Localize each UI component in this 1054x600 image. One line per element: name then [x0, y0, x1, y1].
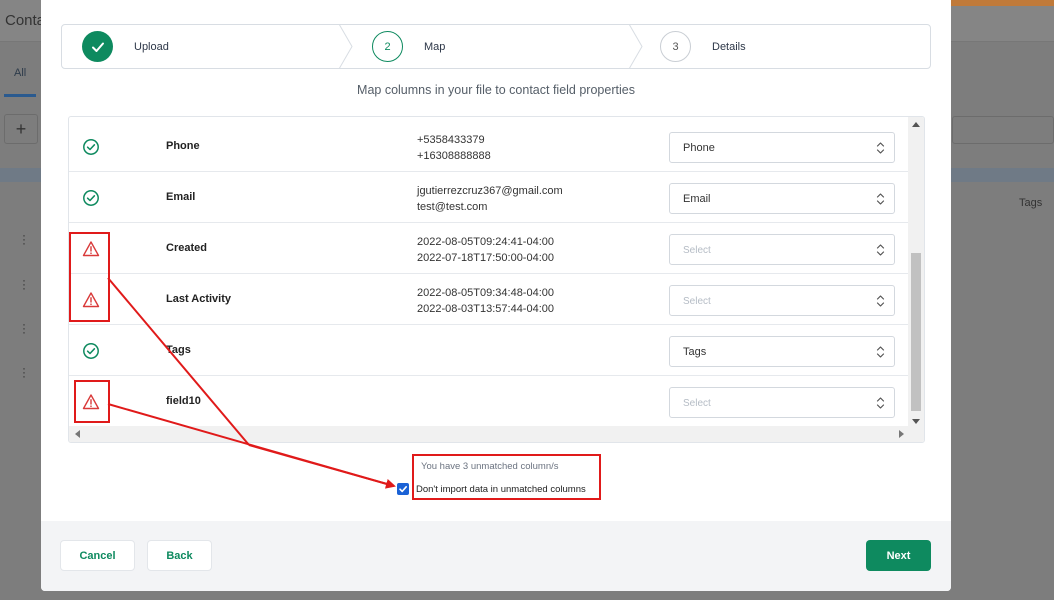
- sample-values: jgutierrezcruz367@gmail.com test@test.com: [417, 183, 563, 215]
- sample-value: 2022-07-18T17:50:00-04:00: [417, 252, 554, 264]
- select-value: Select: [683, 245, 711, 256]
- field-property-select[interactable]: Select: [669, 234, 895, 265]
- sample-values: 2022-08-05T09:34:48-04:00 2022-08-03T13:5…: [417, 285, 554, 317]
- annotation-box-unmatched-icon: [74, 380, 110, 423]
- step-number: 3: [660, 31, 691, 62]
- sample-value: 2022-08-05T09:34:48-04:00: [417, 287, 554, 299]
- step-label: Upload: [134, 40, 169, 53]
- mapping-row: Tags Tags: [69, 325, 909, 376]
- column-name: Tags: [166, 344, 191, 356]
- scroll-down-arrow-icon[interactable]: [912, 419, 920, 424]
- chevron-up-down-icon: [876, 243, 885, 257]
- back-button[interactable]: Back: [147, 540, 212, 571]
- select-value: Phone: [683, 142, 715, 154]
- field-property-select[interactable]: Phone: [669, 132, 895, 163]
- sample-values: 2022-08-05T09:24:41-04:00 2022-07-18T17:5…: [417, 234, 554, 266]
- matched-check-icon: [82, 342, 100, 360]
- column-mapping-table: Phone +5358433379 +16308888888 Phone Email jg…: [68, 116, 925, 443]
- field-property-select[interactable]: Tags: [669, 336, 895, 367]
- chevron-up-down-icon: [876, 141, 885, 155]
- background-row-menu-icon: · · ·: [22, 361, 26, 383]
- import-stepper: Upload 2 Map 3 Details: [61, 24, 931, 69]
- step-label: Map: [424, 40, 446, 53]
- column-name: Phone: [166, 140, 200, 152]
- chevron-up-down-icon: [876, 396, 885, 410]
- sample-value: +16308888888: [417, 150, 491, 162]
- background-row-menu-icon: · · ·: [22, 228, 26, 250]
- next-button[interactable]: Next: [866, 540, 931, 571]
- skip-unmatched-checkbox[interactable]: [397, 483, 409, 495]
- select-value: Select: [683, 296, 711, 307]
- column-name: field10: [166, 395, 201, 407]
- select-value: Tags: [683, 346, 707, 358]
- mapping-row: field10 Select: [69, 376, 909, 427]
- scroll-left-arrow-icon[interactable]: [75, 430, 80, 438]
- vertical-scrollbar[interactable]: [908, 117, 924, 428]
- skip-unmatched-label[interactable]: Don't import data in unmatched columns: [416, 484, 586, 495]
- background-title: Conta: [5, 12, 46, 29]
- step-map[interactable]: 2 Map: [352, 25, 643, 68]
- cancel-button[interactable]: Cancel: [60, 540, 135, 571]
- step-upload[interactable]: Upload: [62, 25, 353, 68]
- horizontal-scrollbar[interactable]: [69, 426, 924, 442]
- background-row-menu-icon: · · ·: [22, 273, 26, 295]
- background-tab-all: All: [14, 67, 27, 79]
- unmatched-count-text: You have 3 unmatched column/s: [421, 461, 559, 472]
- step-details[interactable]: 3 Details: [642, 25, 930, 68]
- mapping-row: Last Activity 2022-08-05T09:34:48-04:00 20…: [69, 274, 909, 325]
- scroll-right-arrow-icon[interactable]: [899, 430, 904, 438]
- background-row-menu-icon: · · ·: [22, 317, 26, 339]
- select-value: Select: [683, 398, 711, 409]
- background-search-box: [952, 116, 1054, 144]
- matched-check-icon: [82, 138, 100, 156]
- field-property-select[interactable]: Email: [669, 183, 895, 214]
- mapping-row: Created 2022-08-05T09:24:41-04:00 2022-07-…: [69, 223, 909, 274]
- field-property-select[interactable]: Select: [669, 285, 895, 316]
- background-tab-indicator: [4, 94, 36, 97]
- chevron-up-down-icon: [876, 192, 885, 206]
- matched-check-icon: [82, 189, 100, 207]
- mapping-rows: Phone +5358433379 +16308888888 Phone Email jg…: [69, 121, 909, 427]
- scrollbar-thumb[interactable]: [911, 253, 921, 411]
- sample-values: +5358433379 +16308888888: [417, 132, 491, 164]
- background-tags-header: Tags: [1019, 197, 1043, 209]
- sample-value: test@test.com: [417, 201, 488, 213]
- mapping-row: Email jgutierrezcruz367@gmail.com test@tes…: [69, 172, 909, 223]
- chevron-up-down-icon: [876, 294, 885, 308]
- checkmark-icon: [399, 486, 407, 493]
- step-label: Details: [712, 40, 746, 53]
- modal-footer: Cancel Back Next: [41, 521, 951, 591]
- mapping-row: Phone +5358433379 +16308888888 Phone: [69, 121, 909, 172]
- field-property-select[interactable]: Select: [669, 387, 895, 418]
- sample-value: 2022-08-05T09:24:41-04:00: [417, 236, 554, 248]
- chevron-up-down-icon: [876, 345, 885, 359]
- column-name: Last Activity: [166, 293, 232, 305]
- annotation-box-unmatched-icons: [69, 232, 110, 322]
- background-add-button: +: [4, 114, 38, 144]
- select-value: Email: [683, 193, 711, 205]
- step-complete-check-icon: [82, 31, 113, 62]
- import-modal: Upload 2 Map 3 Details Map columns in yo…: [41, 0, 951, 591]
- sample-value: +5358433379: [417, 134, 485, 146]
- unmatched-columns-notice: You have 3 unmatched column/s Don't impo…: [397, 454, 601, 500]
- column-name: Email: [166, 191, 196, 203]
- scroll-up-arrow-icon[interactable]: [912, 122, 920, 127]
- background-accent-bar: [944, 0, 1054, 6]
- step-number: 2: [372, 31, 403, 62]
- column-name: Created: [166, 242, 207, 254]
- sample-value: 2022-08-03T13:57:44-04:00: [417, 303, 554, 315]
- sample-value: jgutierrezcruz367@gmail.com: [417, 185, 563, 197]
- map-subtitle: Map columns in your file to contact fiel…: [357, 83, 635, 97]
